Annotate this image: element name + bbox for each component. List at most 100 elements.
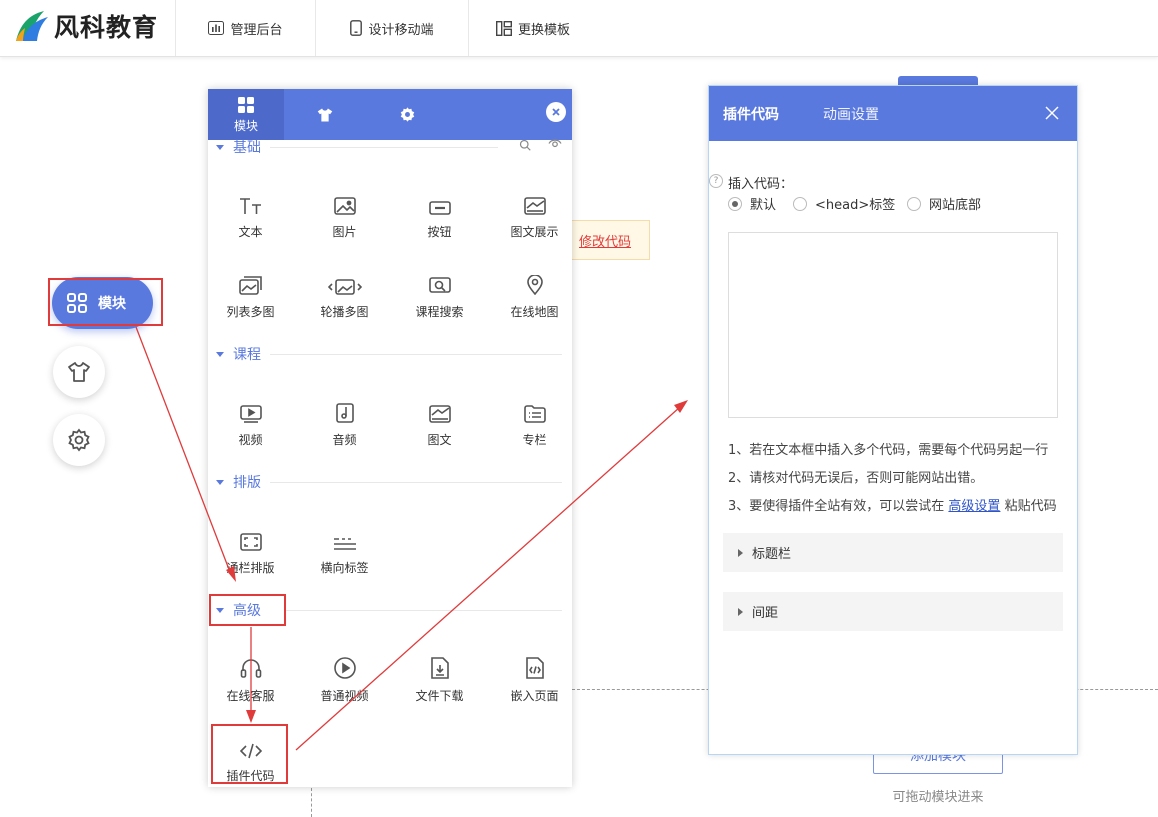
module-column-label: 专栏 [522, 433, 547, 447]
tab-modules[interactable]: 模块 [208, 89, 284, 140]
top-navbar: 风科教育 管理后台 设计移动端 更换模板 [0, 0, 1158, 57]
radio-default[interactable]: 默认 [728, 194, 776, 213]
caret-down-icon [216, 479, 224, 485]
section-basic-header[interactable]: 基础 [216, 137, 261, 157]
help-icon[interactable]: ? [709, 174, 723, 188]
code-textarea[interactable] [728, 232, 1058, 418]
section-divider [286, 610, 562, 611]
collapse-title-bar-label: 标题栏 [752, 547, 792, 562]
module-live-chat[interactable]: 在线客服 [208, 651, 298, 711]
section-basic-title: 基础 [233, 140, 261, 156]
module-video-label: 视频 [238, 433, 263, 447]
section-course-header[interactable]: 课程 [216, 344, 261, 364]
note-3-prefix: 3、要使得插件全站有效，可以尝试在 [728, 499, 945, 514]
caret-right-icon [738, 607, 743, 616]
module-article[interactable]: 图文 [392, 395, 487, 455]
audio-icon [335, 403, 354, 423]
section-divider [270, 147, 498, 148]
module-course-search[interactable]: 课程搜索 [392, 267, 487, 327]
note-3-suffix: 粘贴代码 [1004, 499, 1057, 514]
module-plain-video[interactable]: 普通视频 [297, 651, 392, 711]
carousel-icon [327, 279, 362, 295]
radio-head-tag[interactable]: <head>标签 [793, 194, 895, 213]
tab-settings[interactable] [369, 89, 445, 140]
module-full-width[interactable]: 通栏排版 [208, 523, 298, 583]
module-file-download-label: 文件下载 [415, 689, 464, 703]
module-audio-label: 音频 [332, 433, 357, 447]
module-list-images[interactable]: 列表多图 [208, 267, 298, 327]
grid-icon [238, 96, 254, 113]
image-icon [333, 197, 356, 215]
collapse-spacing-label: 间距 [752, 606, 779, 621]
sidebar-settings-button[interactable] [53, 414, 105, 466]
insert-code-label: 插入代码： [728, 177, 794, 192]
module-text[interactable]: 文本 [208, 187, 298, 247]
nav-change-template-label: 更换模板 [517, 22, 570, 38]
button-icon [428, 201, 451, 215]
tshirt-icon [68, 362, 90, 382]
tabs-icon [333, 538, 356, 550]
module-image-label: 图片 [332, 225, 357, 239]
sidebar-theme-button[interactable] [53, 346, 105, 398]
edit-code-link[interactable]: 修改代码 [570, 220, 650, 260]
module-panel-close-button[interactable] [546, 102, 566, 122]
module-panel: 模块 基础 文本 图片 按钮 图文展示 列表多图 轮播多图 课程搜索 在线地图 … [208, 89, 572, 787]
course-search-icon [428, 277, 451, 293]
module-video[interactable]: 视频 [208, 395, 298, 455]
module-file-download[interactable]: 文件下载 [392, 651, 487, 711]
chart-bar-icon [208, 21, 225, 35]
nav-change-template[interactable]: 更换模板 [468, 0, 598, 56]
radio-circle [793, 196, 807, 211]
module-image-text[interactable]: 图文展示 [487, 187, 572, 247]
radio-site-footer[interactable]: 网站底部 [907, 194, 981, 213]
close-icon[interactable] [1043, 104, 1061, 122]
note-2: 2、请核对代码无误后，否则可能网站出错。 [728, 471, 984, 486]
app-root: 风科教育 管理后台 设计移动端 更换模板 修改代码 添加模块 可拖动模块进来 模… [0, 0, 1158, 817]
module-column[interactable]: 专栏 [487, 395, 572, 455]
play-circle-icon [333, 657, 356, 679]
nav-mobile-design[interactable]: 设计移动端 [315, 0, 468, 56]
section-course-title: 课程 [233, 347, 261, 363]
tab-theme[interactable] [287, 89, 363, 140]
collapse-title-bar[interactable]: 标题栏 [723, 533, 1063, 572]
module-embed-page[interactable]: 嵌入页面 [487, 651, 572, 711]
collapse-spacing[interactable]: 间距 [723, 592, 1063, 631]
module-list-images-label: 列表多图 [226, 305, 275, 319]
tab-plugin-code[interactable]: 插件代码 [723, 86, 779, 141]
advanced-settings-link[interactable]: 高级设置 [948, 499, 1000, 514]
module-horizontal-tabs[interactable]: 横向标签 [297, 523, 392, 583]
video-icon [239, 405, 262, 423]
annotation-box-module-button [48, 278, 163, 326]
module-text-label: 文本 [238, 225, 263, 239]
text-icon [239, 198, 261, 214]
search-icon[interactable] [517, 139, 533, 151]
module-image[interactable]: 图片 [297, 187, 392, 247]
gear-icon [400, 107, 414, 122]
module-audio[interactable]: 音频 [297, 395, 392, 455]
module-course-search-label: 课程搜索 [415, 305, 464, 319]
tab-animation-settings[interactable]: 动画设置 [823, 86, 879, 141]
fengke-leaf-logo-icon [16, 11, 48, 41]
tshirt-icon [317, 107, 333, 122]
gear-icon [68, 428, 90, 452]
caret-down-icon [216, 351, 224, 357]
eye-icon[interactable] [546, 139, 564, 151]
module-map[interactable]: 在线地图 [487, 267, 572, 327]
note-1: 1、若在文本框中插入多个代码，需要每个代码另起一行 [728, 443, 1049, 458]
note-3: 3、要使得插件全站有效，可以尝试在 高级设置 粘贴代码 [728, 495, 1057, 514]
brand-name: 风科教育 [54, 13, 159, 42]
brand-logo[interactable]: 风科教育 [14, 8, 164, 44]
template-icon [495, 20, 512, 36]
section-layout-header[interactable]: 排版 [216, 472, 261, 492]
module-article-label: 图文 [427, 433, 452, 447]
list-images-icon [238, 276, 262, 295]
radio-circle [728, 196, 742, 211]
headset-icon [240, 659, 261, 678]
module-full-width-label: 通栏排版 [226, 561, 275, 575]
module-carousel[interactable]: 轮播多图 [297, 267, 392, 327]
drag-hint-text: 可拖动模块进来 [892, 790, 984, 805]
module-button[interactable]: 按钮 [392, 187, 487, 247]
map-pin-icon [526, 275, 543, 295]
caret-right-icon [738, 548, 743, 557]
nav-admin[interactable]: 管理后台 [175, 0, 315, 56]
